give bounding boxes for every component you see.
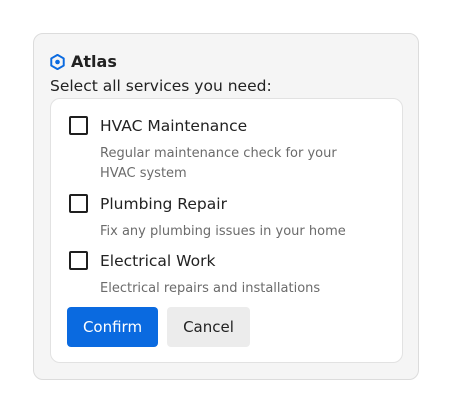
cancel-button[interactable]: Cancel xyxy=(167,307,250,347)
service-option-electrical: Electrical Work Electrical repairs and i… xyxy=(69,251,355,299)
hvac-checkbox[interactable] xyxy=(69,116,88,135)
service-option-hvac: HVAC Maintenance Regular maintenance che… xyxy=(69,116,355,184)
brand: Atlas xyxy=(50,52,117,71)
service-label: HVAC Maintenance xyxy=(100,116,248,135)
service-description: Electrical repairs and installations xyxy=(100,281,321,296)
service-description: Regular maintenance check for your HVAC … xyxy=(100,146,337,181)
service-option-row: Plumbing Repair xyxy=(69,194,355,213)
hexagon-logo-icon xyxy=(50,53,65,70)
electrical-checkbox[interactable] xyxy=(69,251,88,270)
confirm-button[interactable]: Confirm xyxy=(67,307,158,347)
app-name: Atlas xyxy=(71,52,117,71)
service-label: Electrical Work xyxy=(100,251,216,270)
service-option-row: HVAC Maintenance xyxy=(69,116,355,135)
service-label: Plumbing Repair xyxy=(100,194,227,213)
prompt-text: Select all services you need: xyxy=(50,77,272,95)
service-description: Fix any plumbing issues in your home xyxy=(100,224,346,239)
service-option-row: Electrical Work xyxy=(69,251,355,270)
service-selection-panel: Atlas Select all services you need: HVAC… xyxy=(33,33,419,380)
plumbing-checkbox[interactable] xyxy=(69,194,88,213)
services-card: HVAC Maintenance Regular maintenance che… xyxy=(50,98,403,363)
service-option-plumbing: Plumbing Repair Fix any plumbing issues … xyxy=(69,194,355,242)
